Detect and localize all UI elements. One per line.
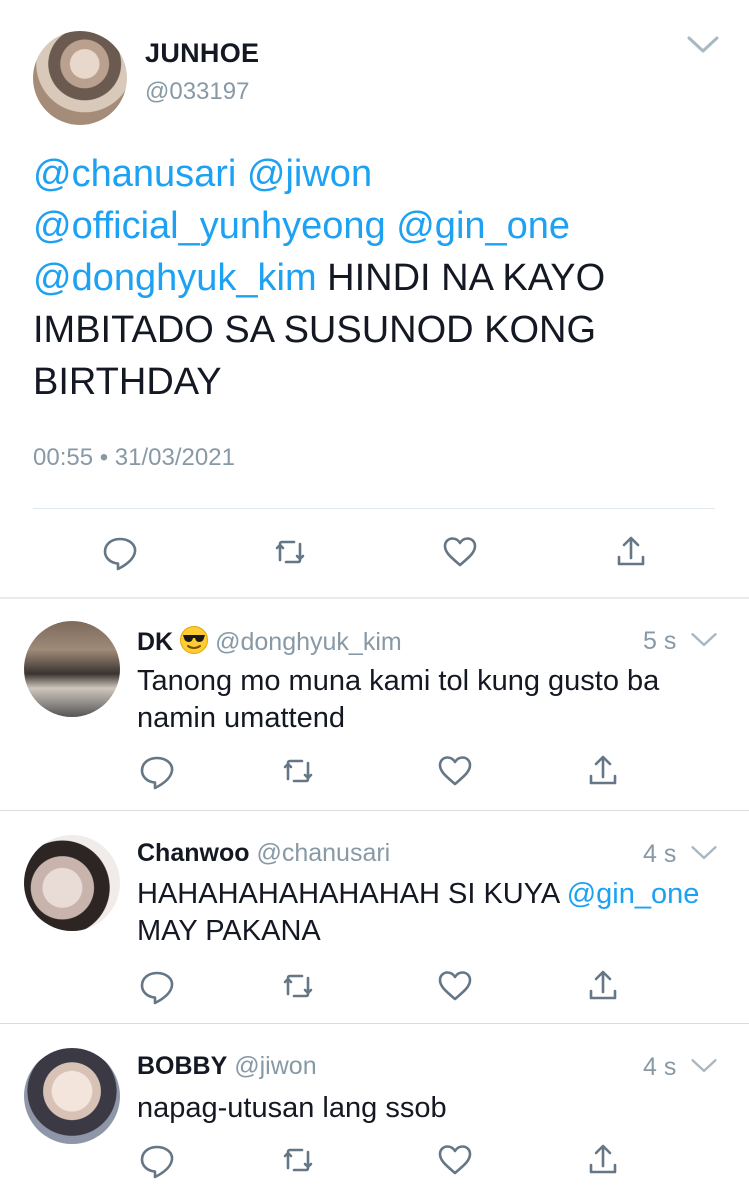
author-name[interactable]: JUNHOE: [145, 38, 259, 69]
avatar[interactable]: [33, 31, 127, 125]
reply-icon[interactable]: [137, 966, 177, 1006]
text-segment: napag-utusan lang ssob: [137, 1092, 447, 1124]
author-name[interactable]: Chanwoo: [137, 839, 250, 867]
text-segment: [386, 205, 397, 247]
author-handle[interactable]: @jiwon: [234, 1052, 316, 1080]
author-handle[interactable]: @donghyuk_kim: [215, 628, 402, 656]
mention-link[interactable]: @donghyuk_kim: [33, 257, 317, 299]
text-segment: [236, 153, 247, 195]
reply-header: DK @donghyuk_kim: [137, 625, 402, 657]
reply-time: 5 s: [643, 627, 677, 655]
mention-link[interactable]: @jiwon: [247, 153, 372, 195]
action-bar: [0, 751, 749, 791]
text-segment: Tanong mo muna kami tol kung gusto ba na…: [137, 665, 660, 734]
text-segment: HAHAHAHAHAHAHAH SI KUYA: [137, 878, 567, 910]
avatar[interactable]: [24, 1048, 120, 1144]
mention-link[interactable]: @official_yunhyeong: [33, 205, 386, 247]
reply-header: Chanwoo @chanusari: [137, 839, 390, 868]
tweet-text: @chanusari @jiwon @official_yunhyeong @g…: [33, 148, 723, 408]
reply-icon[interactable]: [100, 532, 140, 572]
chevron-down-icon[interactable]: [690, 631, 718, 649]
action-bar: [0, 966, 749, 1006]
tweet-timestamp: 00:55 • 31/03/2021: [33, 444, 235, 471]
reply-tweet[interactable]: Chanwoo @chanusari 4 s HAHAHAHAHAHAHAH S…: [0, 811, 749, 1023]
like-icon[interactable]: [435, 1140, 475, 1180]
mention-link[interactable]: @gin_one: [396, 205, 570, 247]
author-handle[interactable]: @chanusari: [256, 839, 390, 867]
share-icon[interactable]: [611, 532, 651, 572]
share-icon[interactable]: [583, 751, 623, 791]
reply-text: HAHAHAHAHAHAHAH SI KUYA @gin_one MAY PAK…: [137, 876, 727, 950]
retweet-icon[interactable]: [278, 751, 318, 791]
avatar[interactable]: [24, 835, 120, 931]
action-bar: [0, 1140, 749, 1180]
sunglasses-emoji: [180, 626, 209, 654]
reply-text: Tanong mo muna kami tol kung gusto ba na…: [137, 663, 727, 737]
mention-link[interactable]: @gin_one: [567, 878, 700, 910]
retweet-icon[interactable]: [278, 1140, 318, 1180]
text-segment: MAY PAKANA: [137, 915, 321, 947]
like-icon[interactable]: [435, 966, 475, 1006]
mention-link[interactable]: @chanusari: [33, 153, 236, 195]
like-icon[interactable]: [435, 751, 475, 791]
avatar[interactable]: [24, 621, 120, 717]
share-icon[interactable]: [583, 966, 623, 1006]
share-icon[interactable]: [583, 1140, 623, 1180]
reply-tweet[interactable]: DK @donghyuk_kim 5 s Tanong mo muna kami…: [0, 599, 749, 811]
reply-icon[interactable]: [137, 751, 177, 791]
chevron-down-icon[interactable]: [686, 34, 720, 56]
author-name[interactable]: BOBBY: [137, 1052, 227, 1080]
reply-text: napag-utusan lang ssob: [137, 1090, 727, 1127]
main-tweet: JUNHOE @033197 @chanusari @jiwon @offici…: [0, 0, 749, 598]
chevron-down-icon[interactable]: [690, 1057, 718, 1075]
retweet-icon[interactable]: [270, 532, 310, 572]
reply-icon[interactable]: [137, 1140, 177, 1180]
author-handle[interactable]: @033197: [145, 78, 249, 106]
reply-tweet[interactable]: BOBBY @jiwon 4 s napag-utusan lang ssob: [0, 1024, 749, 1200]
reply-time: 4 s: [643, 840, 677, 868]
retweet-icon[interactable]: [278, 966, 318, 1006]
author-name[interactable]: DK: [137, 628, 173, 656]
action-bar: [0, 532, 749, 572]
divider: [33, 508, 715, 509]
chevron-down-icon[interactable]: [690, 844, 718, 862]
reply-time: 4 s: [643, 1053, 677, 1081]
reply-header: BOBBY @jiwon: [137, 1052, 317, 1081]
like-icon[interactable]: [440, 532, 480, 572]
